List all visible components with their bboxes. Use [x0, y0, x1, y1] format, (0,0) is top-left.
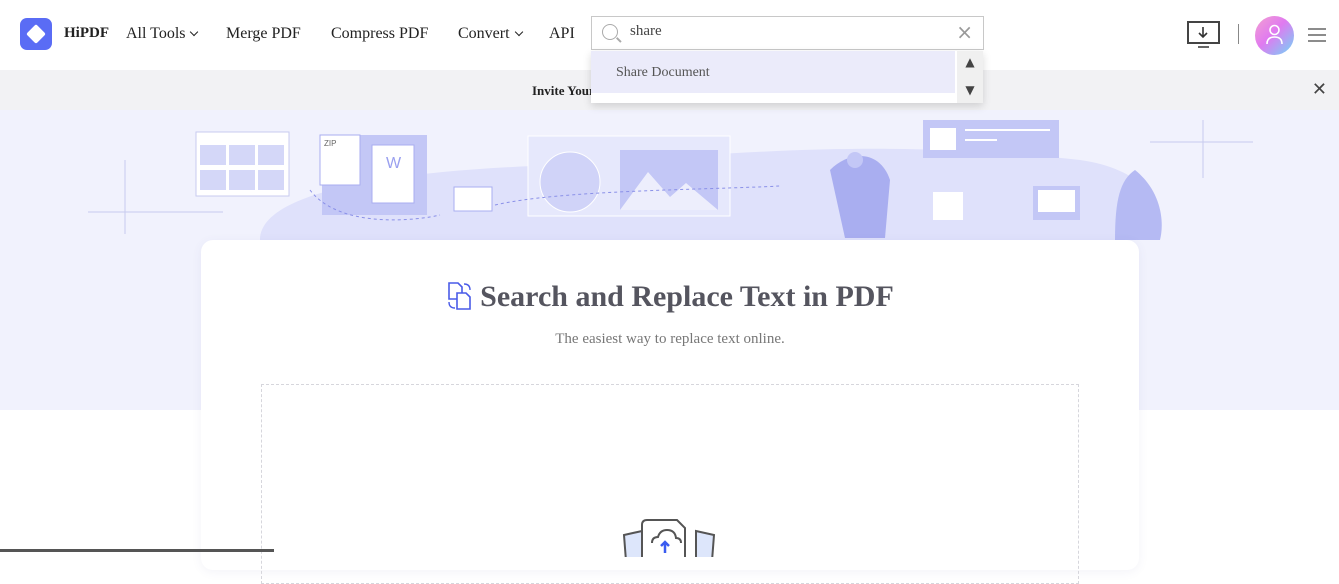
clear-icon[interactable]: ×: [956, 22, 973, 42]
svg-text:W: W: [386, 155, 402, 172]
promo-text[interactable]: Invite Your: [532, 83, 595, 99]
page-subtitle: The easiest way to replace text online.: [555, 331, 785, 347]
chevron-down-icon: [190, 27, 199, 37]
nav-label: All Tools: [126, 25, 186, 42]
search-suggestions: Share Document ▲ ▼: [591, 51, 983, 103]
avatar[interactable]: [1255, 16, 1294, 55]
nav-label: Convert: [458, 25, 510, 42]
upload-cloud-icon: [622, 519, 716, 557]
search-icon: [602, 24, 618, 40]
nav-compress-pdf[interactable]: Compress PDF: [331, 25, 428, 43]
scroll-down-icon[interactable]: ▼: [957, 69, 983, 97]
hero-illustration: W ZIP: [88, 120, 1253, 240]
file-drop-zone[interactable]: [261, 384, 1079, 584]
logo-icon[interactable]: [20, 18, 52, 50]
scroll-up-icon[interactable]: ▲: [957, 51, 983, 69]
close-icon[interactable]: ✕: [1312, 79, 1327, 100]
brand-name[interactable]: HiPDF: [64, 25, 109, 42]
divider: [1238, 24, 1239, 44]
page-title: Search and Replace Text in PDF: [201, 280, 1139, 314]
nav-all-tools[interactable]: All Tools: [126, 25, 199, 43]
chevron-down-icon: [514, 27, 523, 37]
svg-text:ZIP: ZIP: [324, 139, 336, 148]
title-text: Search and Replace Text in PDF: [480, 280, 894, 313]
nav-merge-pdf[interactable]: Merge PDF: [226, 25, 301, 43]
suggestion-item[interactable]: Share Document: [591, 51, 955, 93]
tool-card: Search and Replace Text in PDF The easie…: [201, 240, 1139, 584]
search-box: ×: [591, 16, 984, 50]
nav-convert[interactable]: Convert: [458, 25, 523, 43]
download-app-icon[interactable]: [1187, 21, 1221, 49]
nav-api[interactable]: API: [549, 25, 575, 43]
scrollbar[interactable]: ▲ ▼: [957, 51, 983, 103]
search-input[interactable]: [630, 23, 950, 40]
replace-text-icon: [448, 282, 471, 310]
menu-icon[interactable]: [1308, 28, 1326, 42]
